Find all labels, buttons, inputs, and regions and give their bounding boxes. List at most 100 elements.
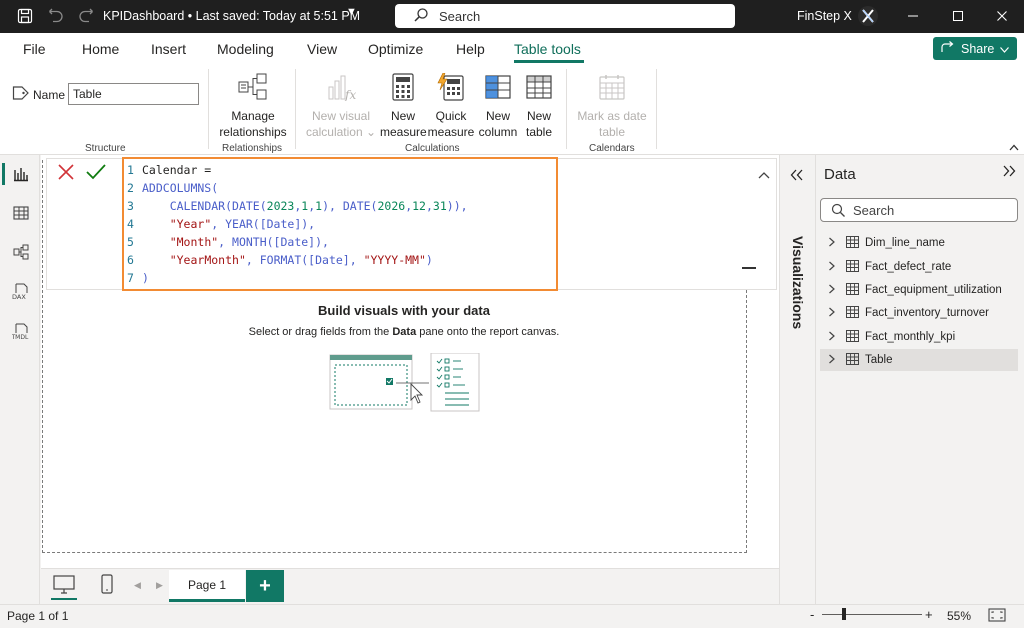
redo-icon[interactable] [77, 7, 95, 25]
data-table-item[interactable]: Dim_line_name [820, 232, 1018, 254]
page-scroll-right-icon[interactable]: ▶ [156, 580, 163, 591]
name-label: Name [33, 88, 66, 102]
tab-optimize[interactable]: Optimize [368, 41, 423, 57]
data-table-name: Fact_defect_rate [865, 261, 952, 273]
tab-insert[interactable]: Insert [151, 41, 186, 57]
desktop-layout-icon[interactable] [53, 575, 75, 598]
zoom-out-button[interactable]: - [810, 607, 814, 622]
empty-sub-prefix: Select or drag fields from the [248, 326, 393, 338]
zoom-slider[interactable] [822, 614, 922, 615]
data-table-item[interactable]: Table [820, 349, 1018, 371]
visualizations-pane-collapsed[interactable] [779, 155, 816, 604]
data-search-input[interactable]: Search [820, 198, 1018, 222]
mark-as-date-table-button[interactable]: Mark as date table [572, 73, 652, 140]
data-table-item[interactable]: Fact_equipment_utilization [820, 279, 1018, 301]
table-icon [846, 305, 859, 321]
tab-home[interactable]: Home [82, 41, 119, 57]
mark-date-label-1: Mark as date [577, 109, 647, 123]
global-search-box[interactable]: Search [395, 4, 735, 28]
code-token: ADDCOLUMNS( [142, 181, 219, 195]
share-button[interactable]: Share [933, 37, 1017, 60]
relationships-icon [216, 73, 290, 105]
new-visual-calc-label-2: calculation ⌄ [305, 125, 377, 139]
data-pane-title: Data [824, 166, 856, 183]
new-table-button[interactable]: New table [520, 73, 558, 140]
chevron-right-icon[interactable] [828, 331, 842, 344]
model-view-icon[interactable] [10, 241, 32, 263]
visualizations-label[interactable]: Visualizations [790, 236, 806, 329]
empty-canvas-title: Build visuals with your data [318, 303, 490, 318]
new-column-label-1: New [485, 109, 510, 123]
user-name[interactable]: FinStep X [797, 9, 852, 23]
undo-icon[interactable] [47, 7, 65, 25]
code-token: "YearMonth" [169, 253, 246, 267]
table-view-icon[interactable] [10, 202, 32, 224]
data-table-item[interactable]: Fact_defect_rate [820, 256, 1018, 278]
page-tabs-bar [41, 568, 779, 604]
mobile-layout-icon[interactable] [101, 574, 113, 597]
formula-line: 5 "Month", MONTH([Date]), [124, 235, 329, 253]
table-name-input[interactable]: Table [68, 83, 199, 105]
quick-measure-label-2: measure [427, 125, 475, 139]
collapse-ribbon-chevron-up-icon[interactable] [1009, 140, 1019, 154]
chevron-right-icon[interactable] [828, 237, 842, 250]
formula-collapse-chevron-up-icon[interactable] [758, 167, 770, 182]
zoom-in-button[interactable]: + [925, 607, 933, 622]
title-bar: KPIDashboard • Last saved: Today at 5:51… [0, 0, 1024, 33]
code-token: ) [142, 271, 149, 285]
new-visual-calculation-button[interactable]: fx New visual calculation ⌄ [303, 73, 379, 140]
code-token: 2026 [377, 199, 406, 213]
formula-cancel-icon[interactable] [56, 162, 76, 182]
tag-icon [12, 86, 29, 103]
tab-modeling[interactable]: Modeling [217, 41, 274, 57]
chevron-right-icon[interactable] [828, 261, 842, 274]
close-window-button[interactable] [982, 4, 1022, 28]
quick-measure-button[interactable]: Quick measure [427, 72, 475, 140]
code-token: CALENDAR(DATE( [169, 199, 267, 213]
formula-resize-handle[interactable] [742, 267, 756, 269]
manage-relationships-button[interactable]: Manage relationships [216, 73, 290, 140]
title-menu-chevron-icon[interactable]: ▼ [346, 6, 357, 18]
new-measure-button[interactable]: New measure [380, 73, 427, 140]
tab-view[interactable]: View [307, 41, 337, 57]
chevron-right-icon[interactable] [828, 284, 842, 297]
zoom-slider-thumb[interactable] [842, 608, 846, 620]
minimize-button[interactable] [893, 4, 933, 28]
page-scroll-left-icon[interactable]: ◀ [134, 580, 141, 591]
chevron-right-icon[interactable] [828, 354, 842, 367]
formula-line: 3 CALENDAR(DATE(2023,1,1), DATE(2026,12,… [124, 199, 468, 217]
new-measure-label-2: measure [380, 125, 427, 139]
fit-to-page-icon[interactable] [988, 608, 1006, 625]
tab-help[interactable]: Help [456, 41, 485, 57]
data-table-item[interactable]: Fact_inventory_turnover [820, 302, 1018, 324]
line-number: 1 [127, 163, 134, 177]
svg-text:DAX: DAX [12, 293, 26, 301]
new-column-button[interactable]: New column [476, 73, 520, 140]
calendar-icon [572, 73, 652, 105]
svg-text:TMDL: TMDL [12, 334, 29, 341]
user-avatar[interactable] [858, 6, 878, 26]
data-pane [816, 155, 1024, 604]
dax-query-view-icon[interactable]: DAX [10, 281, 32, 303]
page-tab-1[interactable]: Page 1 [169, 570, 245, 602]
layout-active-indicator [51, 598, 77, 600]
ribbon-tab-bar: File Home Insert Modeling View Optimize … [0, 33, 1024, 63]
expand-visualizations-chevron-icon[interactable] [790, 168, 804, 185]
add-page-button[interactable]: + [246, 570, 284, 602]
line-number: 3 [127, 199, 134, 213]
tab-file[interactable]: File [23, 41, 46, 57]
formula-commit-icon[interactable] [85, 162, 107, 182]
collapse-data-pane-chevron-icon[interactable] [1002, 164, 1016, 181]
search-icon [831, 203, 846, 221]
dax-formula-editor[interactable]: 1 Calendar = 2 ADDCOLUMNS(3 CALENDAR(DATE(2… [122, 157, 558, 291]
tmdl-view-icon[interactable]: TMDL [10, 321, 32, 343]
save-icon[interactable] [16, 7, 34, 25]
data-table-item[interactable]: Fact_monthly_kpi [820, 326, 1018, 348]
chevron-right-icon[interactable] [828, 307, 842, 320]
tab-table-tools[interactable]: Table tools [514, 41, 581, 57]
code-token: ) [425, 253, 433, 267]
new-visual-calc-label-1: New visual [311, 109, 371, 123]
report-view-icon[interactable] [10, 163, 32, 185]
maximize-button[interactable] [938, 4, 978, 28]
